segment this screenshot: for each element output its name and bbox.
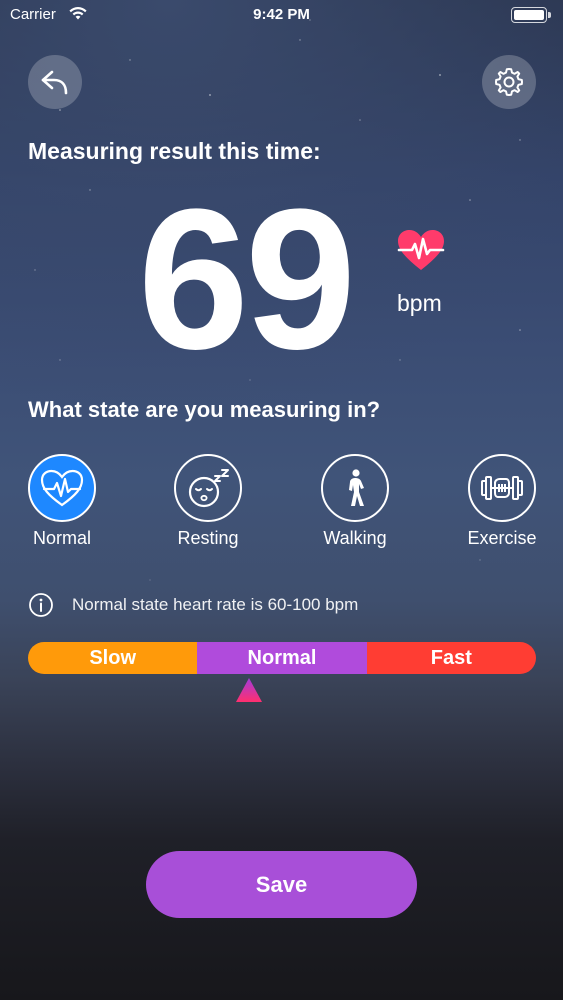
state-question: What state are you measuring in? xyxy=(28,397,381,422)
info-icon xyxy=(29,593,53,617)
info-text: Normal state heart rate is 60-100 bpm xyxy=(72,595,359,614)
battery-icon xyxy=(511,7,551,23)
state-label: Exercise xyxy=(467,528,537,548)
state-option-normal[interactable]: Normal xyxy=(2,454,122,549)
range-segment-fast: Fast xyxy=(366,642,536,674)
dumbbell-icon xyxy=(481,476,523,500)
heart-rate-value: 69 xyxy=(137,168,356,391)
heart-pulse-icon xyxy=(40,469,84,507)
info-row: Normal state heart rate is 60-100 bpm xyxy=(28,592,358,618)
sleeping-face-icon xyxy=(188,469,229,508)
state-exercise-circle xyxy=(468,454,536,522)
settings-button[interactable] xyxy=(482,55,536,109)
gear-icon xyxy=(495,68,523,96)
range-segment-slow: Slow xyxy=(28,642,198,674)
walking-person-icon xyxy=(349,469,364,506)
state-option-walking[interactable]: Walking xyxy=(295,454,415,549)
heart-pulse-icon xyxy=(397,230,445,270)
range-indicator-icon xyxy=(236,678,262,702)
range-segment-normal: Normal xyxy=(197,642,367,674)
state-walking-circle xyxy=(321,454,389,522)
result-title: Measuring result this time: xyxy=(28,138,321,164)
clock: 9:42 PM xyxy=(253,6,310,23)
save-button[interactable]: Save xyxy=(146,851,417,918)
heart-rate-range-bar: Slow Normal Fast xyxy=(28,642,536,674)
bpm-unit-label: bpm xyxy=(397,290,442,316)
state-option-resting[interactable]: Resting xyxy=(148,454,268,549)
state-resting-circle xyxy=(174,454,242,522)
reply-arrow-icon xyxy=(41,70,68,95)
status-bar: Carrier 9:42 PM xyxy=(0,0,563,30)
back-button[interactable] xyxy=(28,55,82,109)
state-label: Normal xyxy=(32,528,91,548)
state-normal-circle xyxy=(28,454,96,522)
state-label: Resting xyxy=(177,528,239,548)
state-label: Walking xyxy=(323,528,387,548)
state-option-exercise[interactable]: Exercise xyxy=(442,454,562,549)
